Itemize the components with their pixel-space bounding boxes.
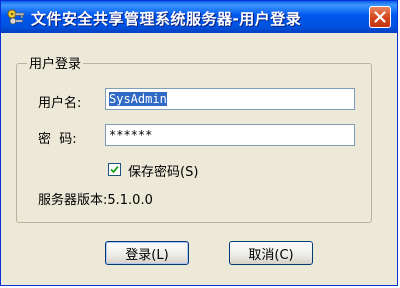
- password-value: ******: [109, 128, 153, 142]
- login-dialog-window: 文件安全共享管理系统服务器-用户登录 用户登录 用户名: SysAdmin 密 …: [0, 0, 398, 286]
- password-input[interactable]: ******: [105, 124, 355, 146]
- remember-password-label[interactable]: 保存密码(S): [128, 161, 198, 180]
- remember-password-checkbox[interactable]: [108, 163, 121, 176]
- password-label: 密 码:: [38, 132, 77, 147]
- username-label: 用户名:: [38, 96, 82, 111]
- cancel-button[interactable]: 取消(C): [229, 241, 313, 265]
- title-bar[interactable]: 文件安全共享管理系统服务器-用户登录: [1, 1, 397, 33]
- server-version-text: 服务器版本:5.1.0.0: [38, 193, 153, 208]
- group-legend: 用户登录: [27, 53, 84, 72]
- window-title: 文件安全共享管理系统服务器-用户登录: [31, 10, 302, 28]
- username-value: SysAdmin: [109, 92, 167, 106]
- login-button[interactable]: 登录(L): [105, 241, 189, 265]
- keys-app-icon: [7, 8, 25, 26]
- close-button[interactable]: [369, 6, 391, 28]
- username-input[interactable]: SysAdmin: [105, 88, 355, 110]
